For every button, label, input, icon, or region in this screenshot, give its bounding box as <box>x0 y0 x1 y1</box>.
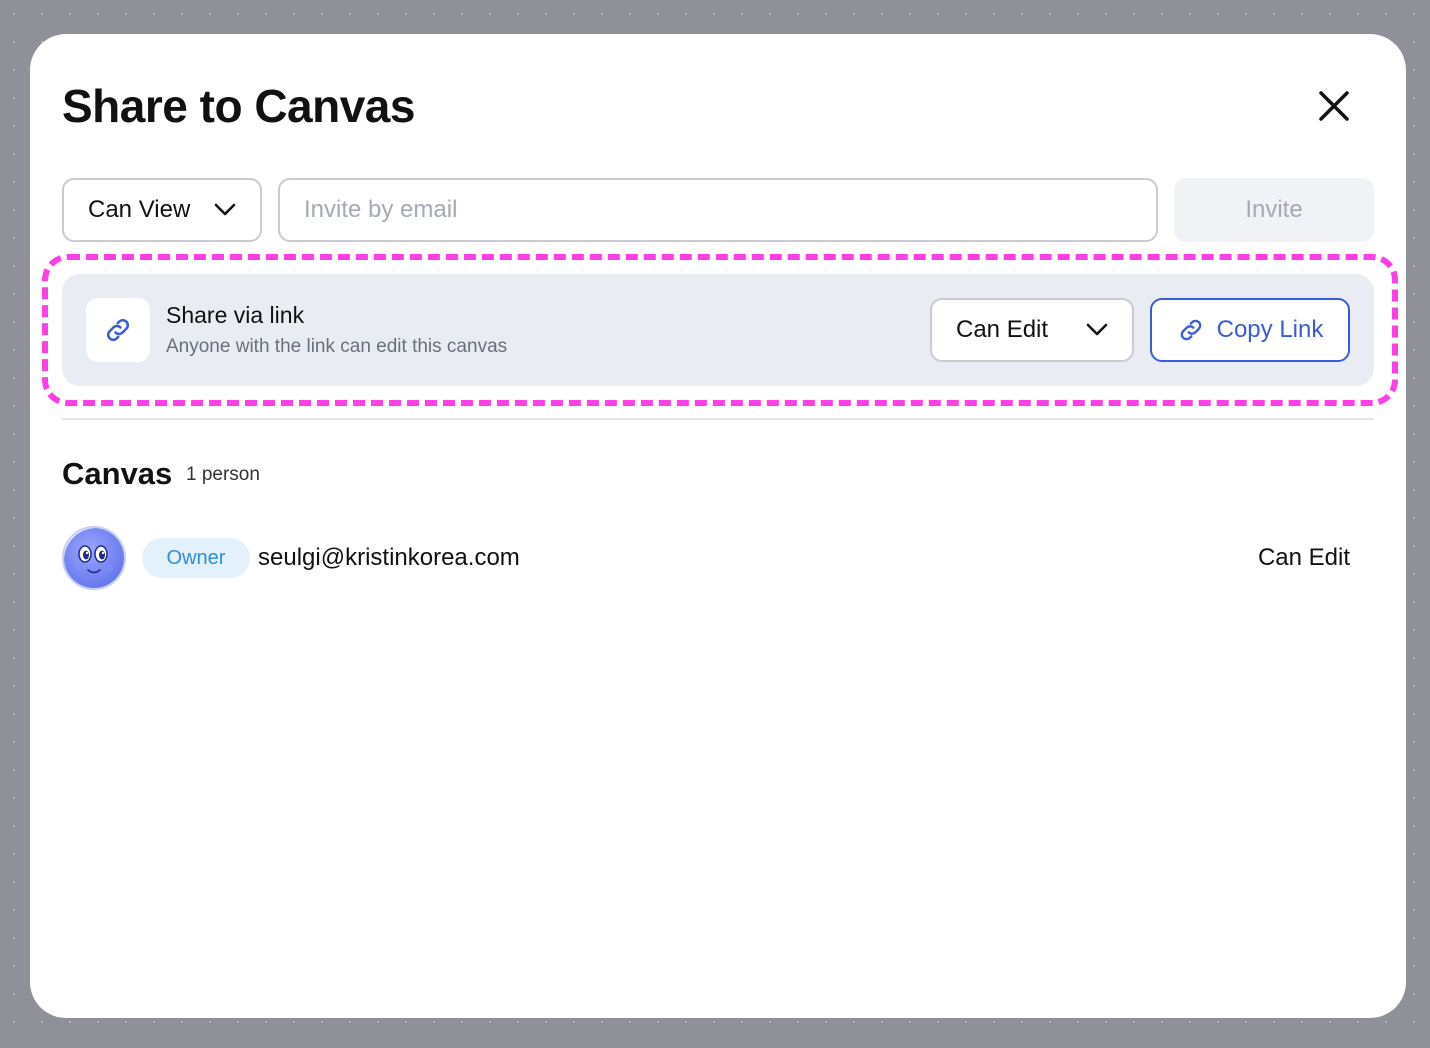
link-icon-box <box>86 298 150 362</box>
share-link-subtitle: Anyone with the link can edit this canva… <box>166 336 508 357</box>
member-email: seulgi@kristinkorea.com <box>258 544 520 571</box>
chevron-down-icon <box>1086 323 1108 336</box>
members-section-title: Canvas <box>62 456 173 491</box>
share-dialog: Share to Canvas Can View Invite Share vi… <box>30 34 1406 1018</box>
invite-permission-select[interactable]: Can View <box>62 178 262 242</box>
divider <box>62 418 1374 420</box>
invite-permission-label: Can View <box>88 196 191 223</box>
close-button[interactable] <box>1314 86 1354 126</box>
avatar-face-icon <box>64 528 124 588</box>
member-role[interactable]: Can Edit <box>1258 544 1350 572</box>
member-row: Owner seulgi@kristinkorea.com Can Edit <box>62 526 1350 590</box>
dialog-title: Share to Canvas <box>62 80 415 132</box>
close-icon <box>1319 91 1349 121</box>
share-link-card: Share via link Anyone with the link can … <box>62 274 1374 386</box>
link-permission-label: Can Edit <box>956 316 1049 343</box>
avatar <box>62 526 126 590</box>
invite-button[interactable]: Invite <box>1174 178 1374 242</box>
link-icon <box>1180 319 1201 341</box>
share-link-title: Share via link <box>166 302 305 328</box>
link-icon <box>106 318 130 342</box>
copy-link-button[interactable]: Copy Link <box>1150 298 1350 362</box>
copy-link-label: Copy Link <box>1216 316 1324 343</box>
chevron-down-icon <box>214 203 236 216</box>
invite-email-input[interactable] <box>278 178 1158 242</box>
members-count: 1 person <box>186 464 260 485</box>
link-permission-select[interactable]: Can Edit <box>930 298 1134 362</box>
owner-badge: Owner <box>142 538 250 578</box>
